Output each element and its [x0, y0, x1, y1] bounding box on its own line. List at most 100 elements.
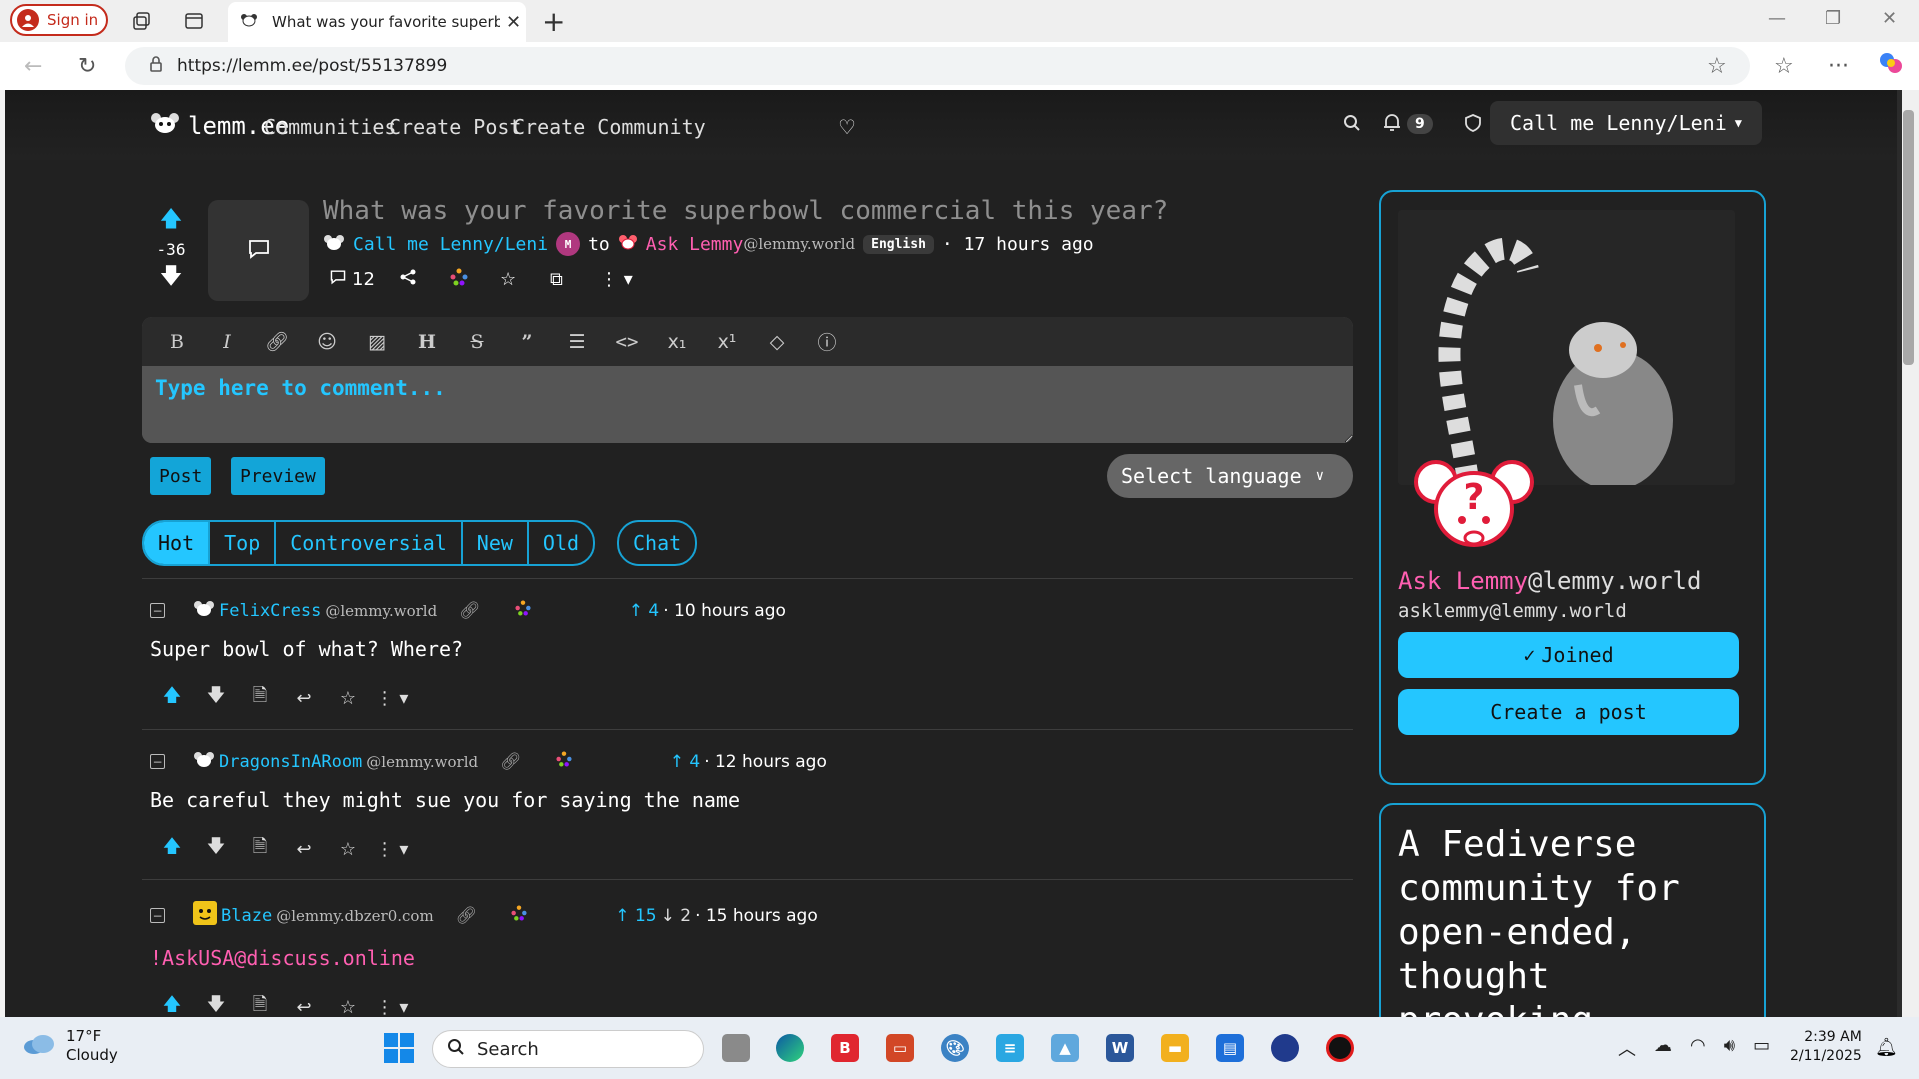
chat-view-button[interactable]: Chat: [617, 520, 698, 566]
reply-icon[interactable]: ↩: [282, 997, 326, 1018]
url-input[interactable]: https://lemm.ee/post/55137899: [125, 47, 1750, 85]
save-star-icon[interactable]: ☆: [500, 269, 550, 290]
save-star-icon[interactable]: ☆: [326, 688, 370, 709]
help-icon[interactable]: ⓘ: [802, 328, 852, 355]
comment-author-link[interactable]: DragonsInARoom: [219, 752, 362, 772]
subscript-icon[interactable]: x₁: [652, 331, 702, 353]
taskbar-clock[interactable]: 2:39 AM 2/11/2025: [1790, 1028, 1862, 1066]
preview-button[interactable]: Preview: [231, 457, 325, 495]
nav-create-post-link[interactable]: Create Post: [389, 115, 521, 139]
presentation-app-icon[interactable]: ▭: [886, 1034, 914, 1062]
nav-create-community-link[interactable]: Create Community: [513, 115, 706, 139]
view-source-icon[interactable]: 🗎︎: [238, 683, 282, 713]
downvote-icon[interactable]: 🡇: [150, 259, 192, 297]
photos-app-icon[interactable]: ▲: [1051, 1034, 1079, 1062]
sort-hot[interactable]: Hot: [144, 522, 209, 564]
comment-textarea[interactable]: [142, 366, 1353, 443]
downvote-icon[interactable]: 🡇: [194, 834, 238, 864]
more-options-icon[interactable]: ⋮ ▾: [370, 997, 414, 1018]
spoiler-icon[interactable]: ◇: [752, 331, 802, 353]
language-select[interactable]: Select language ∨: [1107, 454, 1353, 498]
restore-icon[interactable]: ❐: [1825, 8, 1841, 29]
post-title[interactable]: What was your favorite superbowl commerc…: [323, 196, 1168, 226]
joined-button[interactable]: ✓ Joined: [1398, 632, 1739, 678]
strikethrough-icon[interactable]: S: [452, 331, 502, 353]
taskbar-search[interactable]: Search: [432, 1030, 704, 1068]
link-icon[interactable]: 🔗︎: [252, 330, 302, 353]
vertical-tabs-icon[interactable]: [182, 9, 206, 33]
view-source-icon[interactable]: 🗎︎: [238, 834, 282, 864]
collections-icon[interactable]: [130, 9, 154, 33]
comment-body[interactable]: !AskUSA@discuss.online: [150, 946, 1350, 970]
more-menu-icon[interactable]: ···: [1828, 54, 1849, 79]
comment-author-link[interactable]: FelixCress: [219, 601, 321, 621]
fediverse-icon[interactable]: [511, 905, 527, 926]
view-source-icon[interactable]: 🗎︎: [238, 992, 282, 1017]
window-close-icon[interactable]: ✕: [1882, 8, 1897, 29]
minimize-icon[interactable]: —: [1768, 8, 1786, 29]
tab-close-icon[interactable]: ✕: [506, 12, 521, 33]
bold-icon[interactable]: B: [152, 331, 202, 353]
fediverse-icon[interactable]: [450, 268, 500, 291]
comment-author-link[interactable]: Blaze: [221, 906, 272, 926]
post-author-link[interactable]: Call me Lenny/Leni: [353, 234, 548, 255]
collapse-icon[interactable]: −: [150, 603, 165, 618]
fediverse-icon[interactable]: [515, 600, 531, 621]
nav-communities-link[interactable]: Communities: [264, 115, 396, 139]
save-star-icon[interactable]: ☆: [326, 997, 370, 1018]
back-icon[interactable]: ←: [24, 54, 42, 79]
downvote-icon[interactable]: 🡇: [194, 683, 238, 713]
list-icon[interactable]: ☰: [552, 331, 602, 353]
edge-browser-icon[interactable]: [776, 1034, 804, 1062]
create-post-button[interactable]: Create a post: [1398, 689, 1739, 735]
wifi-icon[interactable]: ◠: [1690, 1035, 1706, 1061]
post-comment-button[interactable]: Post: [150, 457, 212, 495]
quote-icon[interactable]: ”: [502, 331, 552, 353]
upvote-icon[interactable]: 🡅: [150, 992, 194, 1017]
comments-count-button[interactable]: 12: [330, 269, 400, 290]
scrollbar-thumb[interactable]: [1903, 110, 1914, 365]
reload-icon[interactable]: ↻: [78, 54, 96, 79]
more-options-icon[interactable]: ⋮ ▾: [370, 688, 414, 709]
more-options-icon[interactable]: ⋮ ▾: [370, 839, 414, 860]
onedrive-icon[interactable]: ☁: [1654, 1035, 1672, 1061]
upvote-icon[interactable]: 🡅: [150, 202, 192, 240]
notepad-icon[interactable]: ≡: [996, 1034, 1024, 1062]
upvote-icon[interactable]: 🡅: [150, 834, 194, 864]
record-app-icon[interactable]: [1326, 1034, 1354, 1062]
image-icon[interactable]: ▨: [352, 331, 402, 353]
new-tab-icon[interactable]: +: [542, 5, 565, 38]
volume-icon[interactable]: 🔊︎: [1724, 1035, 1735, 1061]
weather-widget[interactable]: 17°F Cloudy: [22, 1027, 118, 1065]
b-app-icon[interactable]: B: [831, 1034, 859, 1062]
document-app-icon[interactable]: ▤: [1216, 1034, 1244, 1062]
windows-start-icon[interactable]: [384, 1033, 414, 1063]
collapse-icon[interactable]: −: [150, 908, 165, 923]
sidebar-community-title[interactable]: Ask Lemmy@lemmy.world: [1398, 567, 1701, 595]
copilot-icon[interactable]: [1878, 50, 1904, 82]
browser-app-icon[interactable]: [1271, 1034, 1299, 1062]
sort-new[interactable]: New: [460, 522, 527, 564]
crosspost-icon[interactable]: ⧉: [550, 269, 600, 290]
permalink-icon[interactable]: 🔗︎: [459, 601, 481, 621]
favorites-list-icon[interactable]: ☆: [1774, 54, 1794, 79]
favorite-star-icon[interactable]: ☆: [1707, 54, 1727, 79]
sort-top[interactable]: Top: [208, 522, 274, 564]
notifications-button[interactable]: 9: [1383, 112, 1433, 136]
post-thumbnail[interactable]: [208, 200, 309, 301]
italic-icon[interactable]: I: [202, 331, 252, 353]
reply-icon[interactable]: ↩: [282, 839, 326, 860]
community-link[interactable]: Ask Lemmy: [646, 234, 744, 255]
file-explorer-icon[interactable]: ▬: [1161, 1034, 1189, 1062]
task-view-icon[interactable]: [722, 1034, 750, 1062]
emoji-icon[interactable]: ☺: [302, 331, 352, 353]
shield-icon[interactable]: [1465, 114, 1481, 136]
share-icon[interactable]: [400, 269, 450, 290]
word-icon[interactable]: W: [1106, 1034, 1134, 1062]
battery-icon[interactable]: ▭: [1753, 1035, 1770, 1061]
more-options-icon[interactable]: ⋮ ▾: [600, 269, 650, 290]
paint-app-icon[interactable]: 🎨︎: [941, 1034, 969, 1062]
header-icon[interactable]: H: [402, 331, 452, 353]
upvote-icon[interactable]: 🡅: [150, 683, 194, 713]
superscript-icon[interactable]: x¹: [702, 331, 752, 353]
